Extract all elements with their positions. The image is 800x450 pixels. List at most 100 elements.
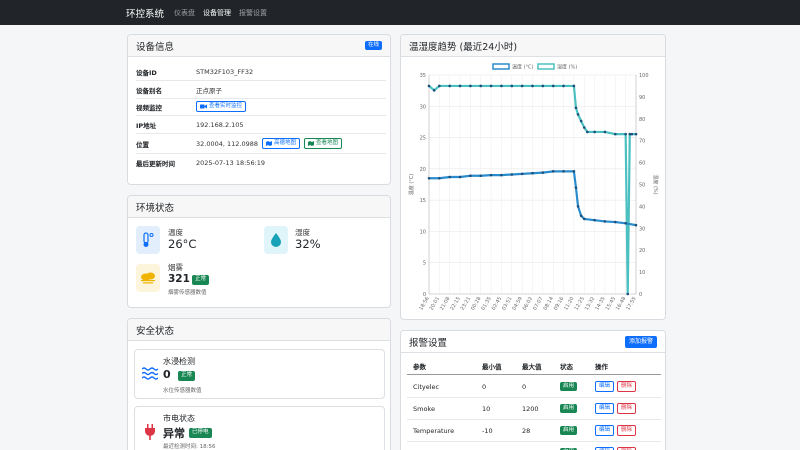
nav-device-management[interactable]: 设备管理 (203, 8, 231, 18)
trend-chart-title: 温湿度趋势 (最近24小时) (409, 41, 518, 53)
environment-title: 环境状态 (136, 202, 175, 214)
alarm-status-badge: 启用 (560, 403, 578, 414)
data-point (531, 171, 534, 175)
water-status-badge: 正常 (178, 371, 196, 381)
edit-alarm-button[interactable]: 编辑 (595, 402, 615, 415)
data-point (510, 84, 514, 88)
alarm-min: -10 (482, 426, 493, 435)
smoke-value: 321 (168, 273, 190, 285)
data-point (438, 176, 441, 180)
online-badge: 在线 (364, 40, 382, 51)
view-live-monitor-button[interactable]: 查看实时监控 (196, 100, 247, 113)
legend-swatch (492, 63, 510, 70)
data-point (489, 173, 493, 177)
data-point (541, 84, 545, 88)
water-title: 水浸检测 (163, 357, 195, 366)
humid-value: 32% (295, 237, 321, 251)
map-icon (266, 141, 273, 146)
alarm-min: 1 (482, 442, 486, 450)
edit-alarm-button[interactable]: 编辑 (595, 424, 615, 437)
trend-chart: 05101520253035010203040506070809010018:5… (408, 63, 659, 311)
power-title: 市电状态 (163, 414, 195, 423)
data-point (479, 84, 483, 88)
data-point (614, 132, 617, 136)
data-point (520, 172, 524, 176)
device-info-card: 设备信息 在线 设备ID STM32F103_FF32 设备别名 正点原子 视频… (127, 34, 391, 185)
smoke-label: 烟雾 (168, 263, 183, 272)
data-point (574, 106, 578, 110)
alarm-row: Smoke 10 1200 启用 编辑 删除 (407, 398, 661, 420)
plug-icon (145, 424, 155, 440)
y-tick-left: 10 (420, 229, 426, 235)
alarm-status-badge: 启用 (560, 425, 578, 436)
y-tick-left: 20 (420, 167, 426, 173)
navbar: 环控系统 仪表盘 设备管理 报警设置 (0, 0, 800, 25)
data-point (603, 130, 607, 134)
environment-card: 环境状态 温度 26°C 湿度 32% 烟雾 321 正常 烟雾传感器数值 (127, 195, 391, 308)
y-tick-left: 5 (423, 261, 426, 267)
delete-alarm-button[interactable]: 删除 (617, 402, 637, 415)
y-tick-left: 30 (420, 104, 426, 110)
nav-alarm-settings[interactable]: 报警设置 (239, 8, 267, 18)
data-point (634, 132, 638, 136)
alarm-table-header: 参数 最小值 最大值 状态 操作 (407, 357, 661, 375)
data-point (574, 186, 578, 189)
brand[interactable]: 环控系统 (126, 6, 164, 20)
y-tick-right: 30 (639, 226, 645, 232)
y-axis-label-right: 湿度 (%) (652, 174, 659, 194)
legend-swatch (537, 63, 555, 70)
nav-dashboard[interactable]: 仪表盘 (174, 8, 195, 18)
data-point (479, 174, 483, 178)
add-alarm-button[interactable]: 添加报警 (624, 335, 657, 348)
alarm-max: 0 (522, 382, 527, 391)
droplet-icon (264, 226, 288, 254)
data-point (458, 175, 462, 179)
y-tick-right: 70 (639, 139, 645, 145)
info-row-ip: IP地址 192.168.2.105 (136, 116, 386, 134)
alarm-max: 1200 (522, 404, 539, 413)
x-tick-label: 17:55 (625, 296, 637, 311)
alarm-param: Smoke (413, 404, 435, 413)
legend-label: 温度 (°C) (512, 64, 534, 71)
data-point (576, 205, 580, 208)
data-point (572, 84, 576, 88)
y-tick-right: 100 (639, 73, 649, 79)
power-status-box: 市电状态 异常 已停电 最近检测时间: 18:56 (134, 406, 385, 450)
data-point (458, 84, 462, 88)
data-point (531, 84, 534, 88)
water-detection-box: 水浸检测 0 正常 水位传感器数值 (134, 349, 385, 399)
y-tick-right: 20 (639, 248, 645, 254)
data-point (579, 119, 583, 123)
alarm-max: 240 (522, 442, 534, 450)
view-map-button[interactable]: 查看地图 (304, 137, 343, 150)
info-row-location: 位置 32.0004, 112.0988 高德地图 查看地图 (136, 134, 386, 154)
water-icon (142, 367, 158, 380)
data-point (432, 89, 436, 92)
data-point (562, 170, 565, 173)
data-point (500, 84, 503, 88)
video-icon (200, 104, 207, 109)
power-value: 异常 (163, 427, 185, 440)
power-sub: 最近检测时间: 18:56 (163, 444, 216, 450)
alarm-param: Cityelec (413, 382, 440, 391)
legend-label: 湿度 (%) (557, 64, 577, 71)
y-tick-right: 90 (639, 95, 645, 101)
info-row-device-id: 设备ID STM32F103_FF32 (136, 63, 386, 81)
edit-alarm-button[interactable]: 编辑 (595, 380, 615, 393)
data-point (626, 292, 630, 296)
amap-button[interactable]: 高德地图 (262, 137, 301, 150)
delete-alarm-button[interactable]: 删除 (617, 380, 637, 393)
data-point (551, 84, 555, 88)
y-axis-label-left: 温度 (°C) (408, 174, 415, 196)
temp-value: 26°C (168, 237, 197, 251)
y-tick-right: 10 (639, 270, 645, 276)
delete-alarm-button[interactable]: 删除 (617, 424, 637, 437)
alarm-title: 报警设置 (409, 337, 448, 349)
water-value: 0 (163, 368, 171, 381)
y-tick-right: 0 (639, 292, 642, 298)
data-point (562, 84, 565, 88)
smoke-icon (136, 264, 160, 292)
power-status-badge: 已停电 (189, 428, 212, 438)
data-point (624, 132, 627, 136)
alarm-min: 0 (482, 382, 487, 391)
